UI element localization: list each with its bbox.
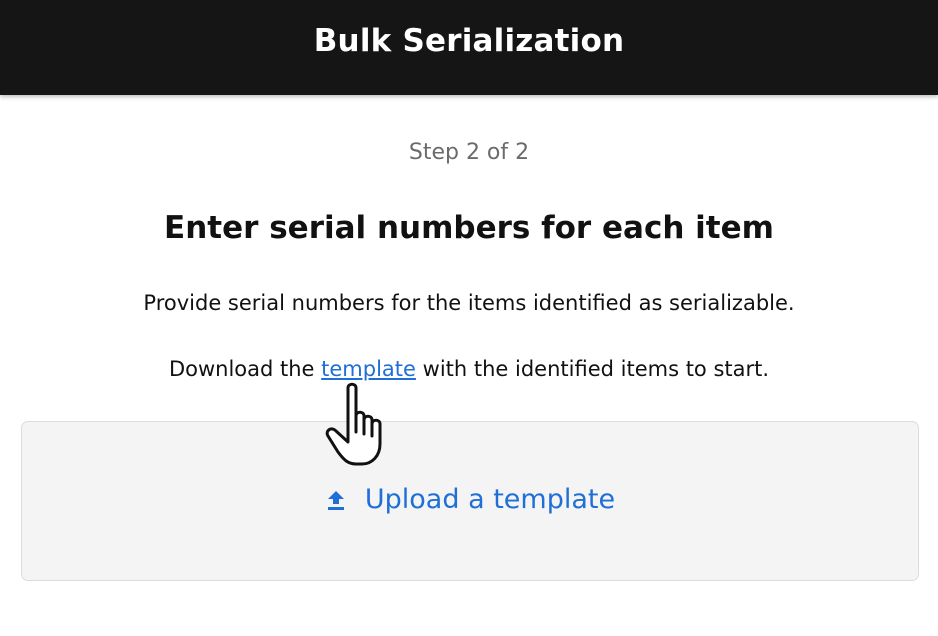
upload-label: Upload a template [364,484,616,515]
upload-template-button[interactable]: Upload a template [22,484,918,515]
description-text: Provide serial numbers for the items ide… [143,291,795,315]
upload-dropzone[interactable]: Upload a template [21,421,919,581]
top-bar: Bulk Serialization [0,0,938,95]
download-suffix: with the identified items to start. [415,357,770,381]
section-heading: Enter serial numbers for each item [164,210,774,246]
hand-pointer-icon [322,380,394,466]
download-instruction: Download the template with the identifie… [0,357,938,381]
template-download-link[interactable]: template [321,357,416,381]
page-title: Bulk Serialization [313,22,625,59]
upload-icon [325,489,347,511]
step-indicator: Step 2 of 2 [408,140,530,165]
download-prefix: Download the [168,357,322,381]
